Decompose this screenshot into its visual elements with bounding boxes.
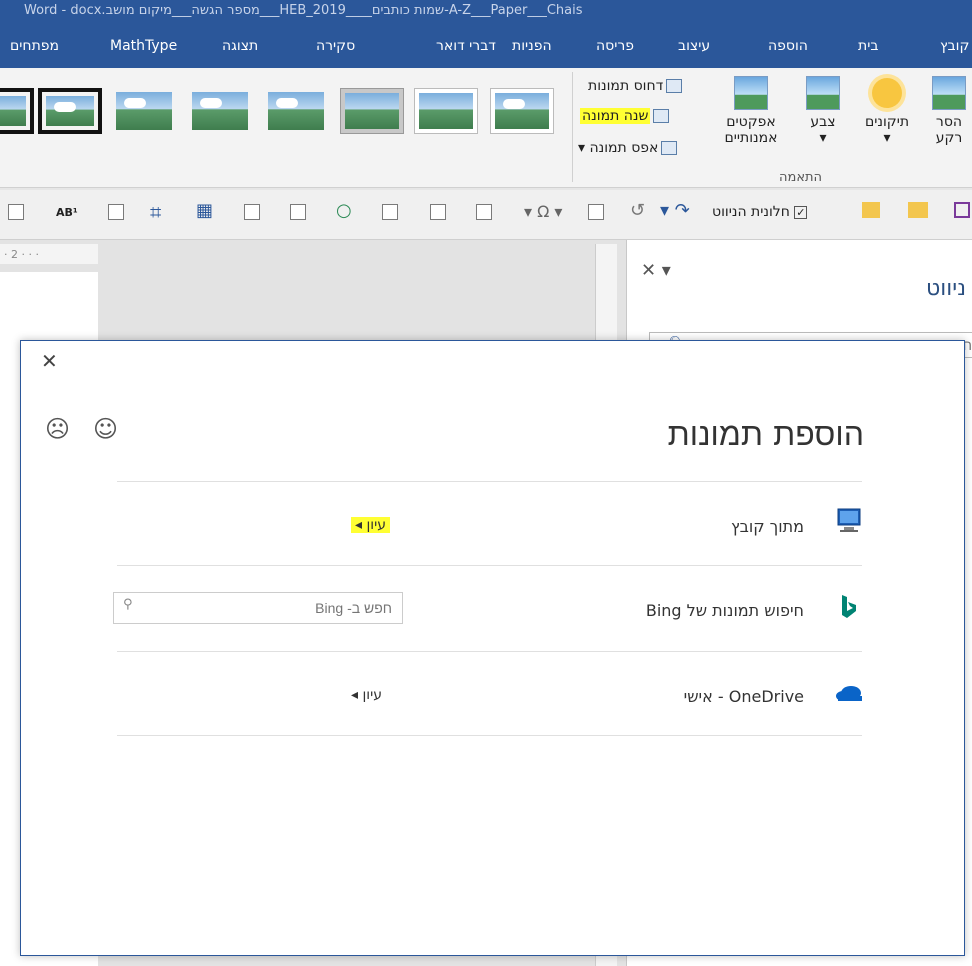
color-button[interactable]: צבע ▾ (798, 76, 848, 146)
ribbon: דחוס תמונות שנה תמונה אפס תמונה ▾ אפקטים… (0, 68, 972, 188)
style-thumb[interactable] (0, 88, 34, 134)
circle-icon[interactable]: ○ (336, 200, 352, 221)
tab-mailings[interactable]: דברי דואר (436, 38, 496, 54)
remove-background-button[interactable]: הסר רקע (926, 76, 972, 146)
bing-icon (842, 595, 856, 618)
ribbon-separator (572, 72, 573, 182)
compress-pictures-button[interactable]: דחוס תמונות (588, 78, 683, 94)
tab-file[interactable]: קובץ (940, 38, 969, 54)
divider (117, 651, 862, 652)
clipboard-icon[interactable] (382, 204, 398, 220)
open-folder-icon[interactable] (908, 202, 928, 218)
window-title: Word - docx.מספר הגשה___מיקום מושב___HEB… (24, 3, 583, 18)
table-grid-icon[interactable]: ▦ (196, 200, 213, 221)
computer-icon (837, 508, 861, 532)
corrections-button[interactable]: תיקונים ▾ (856, 76, 918, 146)
close-icon[interactable]: ✕ (41, 349, 58, 373)
grid-icon[interactable]: ⌗ (150, 200, 161, 224)
quick-access-toolbar: AB¹ ⌗ ▦ ○ ▾ Ω ▾ ↺ ▾ ↷ ✓ חלונית הניווט (0, 190, 972, 240)
group-label-adjust: התאמה (779, 170, 823, 185)
tab-layout[interactable]: פריסה (596, 38, 634, 54)
adjust-group: דחוס תמונות שנה תמונה אפס תמונה ▾ אפקטים… (574, 68, 972, 188)
bing-search-input[interactable] (113, 592, 403, 624)
nav-pane-toggle[interactable]: ✓ חלונית הניווט (712, 204, 811, 220)
change-picture-button[interactable]: שנה תמונה (580, 108, 670, 124)
tab-references[interactable]: הפניות (512, 38, 552, 54)
dialog-title: הוספת תמונות (667, 415, 864, 453)
picture-styles-gallery (0, 68, 572, 188)
footnote-icon[interactable]: AB¹ (56, 206, 78, 219)
style-thumb[interactable] (112, 88, 176, 134)
tab-view[interactable]: תצוגה (222, 38, 258, 54)
tab-insert[interactable]: הוספה (768, 38, 808, 54)
bing-search-label: חיפוש תמונות של Bing (645, 601, 804, 620)
style-thumb[interactable] (38, 88, 102, 134)
page-icon[interactable] (476, 204, 492, 220)
folder-icon[interactable] (862, 202, 880, 218)
redo-icon[interactable]: ▾ ↷ (660, 200, 690, 221)
reset-picture-button[interactable]: אפס תמונה ▾ (578, 140, 678, 156)
table-icon[interactable] (8, 204, 24, 220)
reset-picture-icon (661, 141, 678, 155)
onedrive-icon (836, 686, 862, 701)
tab-home[interactable]: בית (858, 38, 878, 54)
onedrive-label: OneDrive - אישי (683, 687, 804, 706)
equation-icon[interactable] (588, 204, 604, 220)
checkbox-icon: ✓ (794, 205, 808, 219)
smile-icon[interactable]: ☺ (93, 415, 118, 443)
style-thumb[interactable] (490, 88, 554, 134)
textbox-icon[interactable] (430, 204, 446, 220)
title-bar: Word - docx.מספר הגשה___מיקום מושב___HEB… (0, 0, 972, 26)
frown-icon[interactable]: ☹ (45, 415, 70, 443)
search-icon[interactable]: ⚲ (123, 597, 133, 612)
divider (117, 565, 862, 566)
tab-design[interactable]: עיצוב (678, 38, 710, 54)
from-file-browse-link[interactable]: עיון ◂ (351, 517, 391, 533)
color-icon (806, 76, 840, 110)
from-file-label: מתוך קובץ (730, 517, 804, 536)
corrections-icon (872, 78, 902, 108)
artistic-effects-icon (734, 76, 768, 110)
tab-review[interactable]: סקירה (316, 38, 355, 54)
divider (117, 481, 862, 482)
compress-icon (666, 79, 683, 93)
omega-icon[interactable]: ▾ Ω ▾ (524, 202, 562, 221)
save-icon[interactable] (954, 202, 970, 218)
style-thumb[interactable] (188, 88, 252, 134)
tab-developer[interactable]: מפתחים (10, 38, 59, 54)
insert-pictures-dialog: ✕ ☹ ☺ הוספת תמונות מתוך קובץ עיון ◂ חיפו… (20, 340, 965, 956)
chart-icon[interactable] (290, 204, 306, 220)
horizontal-ruler: · 2 · · · (0, 244, 98, 264)
divider (117, 735, 862, 736)
style-thumb[interactable] (264, 88, 328, 134)
picture-icon[interactable] (244, 204, 260, 220)
nav-pane-title: ניווט (926, 276, 966, 301)
style-thumb[interactable] (340, 88, 404, 134)
change-picture-icon (653, 109, 670, 123)
tab-mathtype[interactable]: MathType (110, 38, 177, 54)
document-icon[interactable] (108, 204, 124, 220)
artistic-effects-button[interactable]: אפקטים אמנותיים (716, 76, 786, 146)
undo-icon[interactable]: ↺ (630, 200, 645, 221)
close-icon[interactable]: ✕ ▾ (641, 260, 671, 281)
onedrive-browse-link[interactable]: עיון ◂ (351, 687, 382, 703)
remove-background-icon (932, 76, 966, 110)
ribbon-tabs: קובץ בית הוספה עיצוב פריסה הפניות דברי ד… (0, 26, 972, 68)
style-thumb[interactable] (414, 88, 478, 134)
